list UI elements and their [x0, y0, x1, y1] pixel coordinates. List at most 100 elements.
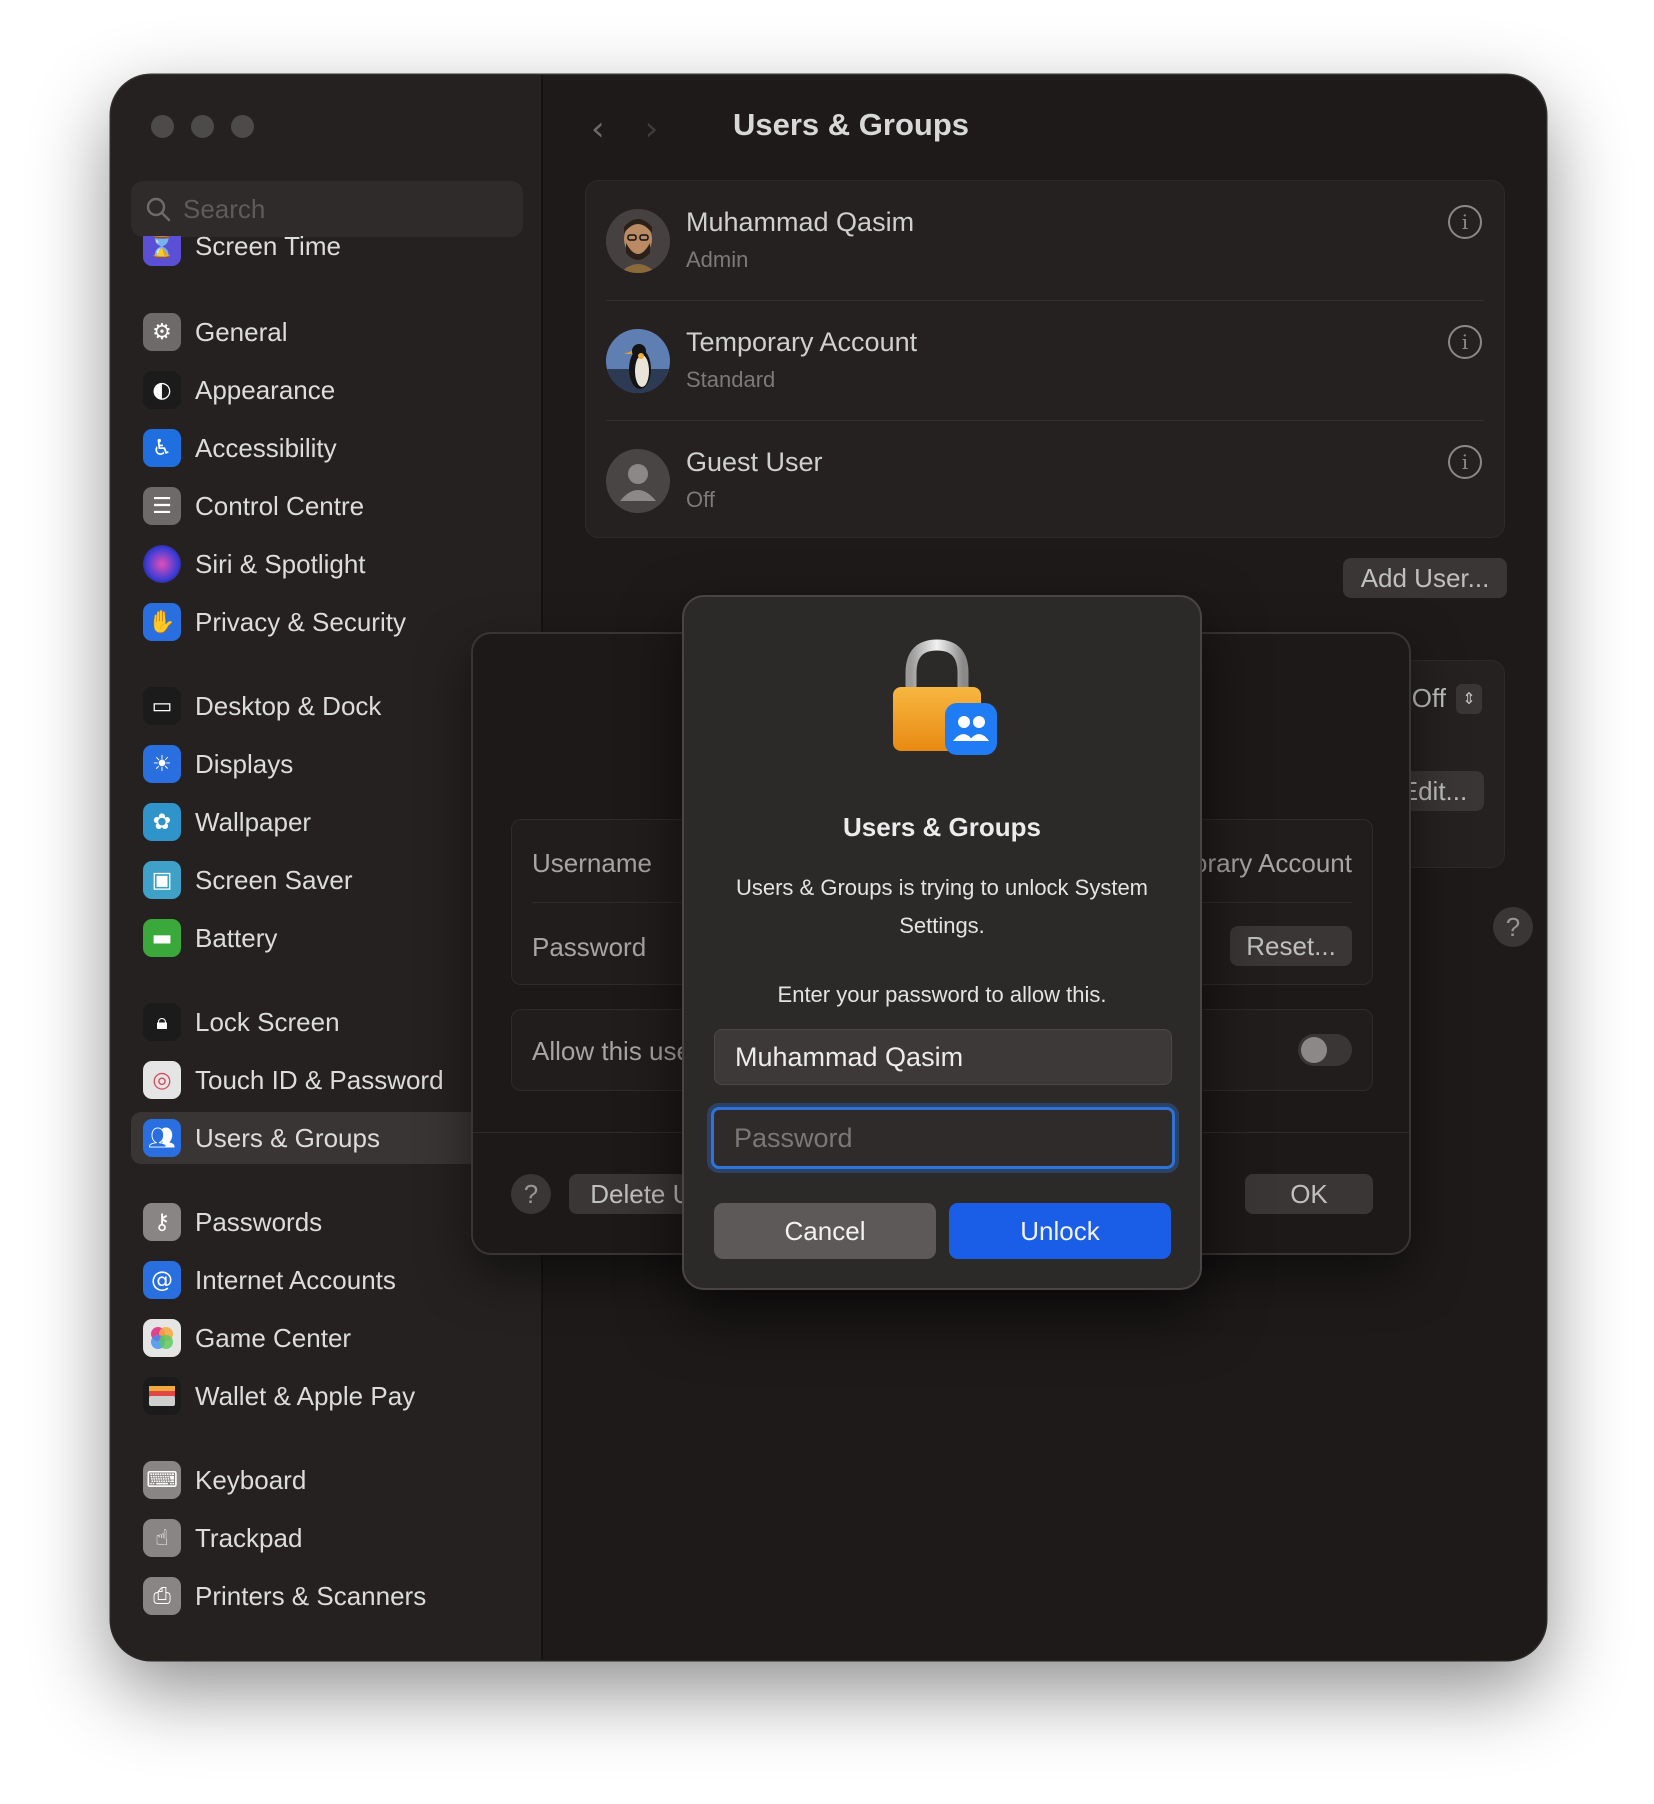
fingerprint-icon: ◎ — [143, 1061, 181, 1099]
user-name: Guest User — [686, 447, 823, 477]
auto-login-select[interactable]: Off ⇕ — [1412, 683, 1482, 714]
user-name: Muhammad Qasim — [686, 207, 915, 237]
siri-icon — [143, 545, 181, 583]
info-icon[interactable]: i — [1448, 445, 1482, 479]
sidebar-item-battery[interactable]: ▬ Battery — [131, 912, 523, 964]
sidebar-item-privacy-security[interactable]: ✋ Privacy & Security — [131, 596, 523, 648]
dialog-message: Users & Groups is trying to unlock Syste… — [735, 875, 1149, 938]
sidebar-item-siri-spotlight[interactable]: Siri & Spotlight — [131, 538, 523, 590]
cancel-button[interactable]: Cancel — [714, 1203, 936, 1259]
sidebar-item-game-center[interactable]: Game Center — [131, 1312, 523, 1364]
sidebar-item-appearance[interactable]: ◐ Appearance — [131, 364, 523, 416]
search-input[interactable] — [183, 193, 503, 225]
sidebar-item-label: Printers & Scanners — [195, 1580, 427, 1611]
screen-saver-icon: ▣ — [143, 861, 181, 899]
sidebar-item-label: Accessibility — [195, 432, 337, 463]
user-role: Admin — [686, 247, 749, 272]
sidebar-item-general[interactable]: ⚙ General — [131, 306, 523, 358]
sidebar-item-label: Control Centre — [195, 490, 365, 521]
user-row[interactable]: Muhammad Qasim Admin i — [586, 181, 1504, 301]
key-icon: ⚷ — [143, 1203, 181, 1241]
sidebar-item-label: Screen Time — [195, 236, 341, 261]
generic-person-avatar — [606, 449, 670, 513]
unlock-dialog: Users & Groups Users & Groups is trying … — [682, 595, 1202, 1290]
at-icon: @ — [143, 1261, 181, 1299]
sidebar-item-label: Keyboard — [195, 1464, 307, 1495]
desktop-icon: ▭ — [143, 687, 181, 725]
page-title: Users & Groups — [733, 107, 970, 142]
sidebar-item-label: Internet Accounts — [195, 1264, 396, 1295]
appearance-icon: ◐ — [143, 371, 181, 409]
sidebar-item-label: Battery — [195, 922, 278, 953]
info-icon[interactable]: i — [1448, 325, 1482, 359]
sidebar-item-displays[interactable]: ☀ Displays — [131, 738, 523, 790]
battery-icon: ▬ — [143, 919, 181, 957]
printer-icon: ⎙ — [143, 1577, 181, 1615]
search-icon — [146, 197, 171, 222]
sidebar-item-screen-saver[interactable]: ▣ Screen Saver — [131, 854, 523, 906]
username-field[interactable] — [714, 1029, 1172, 1085]
navigation-arrows: ‹ › — [591, 109, 658, 149]
sidebar-item-label: Privacy & Security — [195, 606, 406, 637]
admin-toggle[interactable] — [1298, 1034, 1352, 1066]
sidebar-item-wallet[interactable]: Wallet & Apple Pay — [131, 1370, 523, 1422]
auto-login-value: Off — [1411, 683, 1446, 713]
sidebar-item-screen-time[interactable]: ⌛ Screen Time — [131, 236, 523, 272]
password-field[interactable] — [711, 1107, 1175, 1169]
sidebar-item-lock-screen[interactable]: 🔒︎ Lock Screen — [131, 996, 523, 1048]
users-icon: 👥︎ — [143, 1119, 181, 1157]
info-icon[interactable]: i — [1448, 205, 1482, 239]
lock-icon: 🔒︎ — [143, 1003, 181, 1041]
keyboard-icon: ⌨ — [143, 1461, 181, 1499]
penguin-avatar — [606, 329, 670, 393]
sidebar-item-passwords[interactable]: ⚷ Passwords — [131, 1196, 523, 1248]
game-center-icon — [143, 1319, 181, 1357]
trackpad-icon: ☝ — [143, 1519, 181, 1557]
flower-icon: ✿ — [143, 803, 181, 841]
dialog-prompt: Enter your password to allow this. — [777, 982, 1107, 1007]
forward-chevron-icon[interactable]: › — [645, 109, 659, 149]
memoji-avatar — [606, 209, 670, 273]
sidebar-item-label: Trackpad — [195, 1522, 303, 1553]
hand-icon: ✋ — [143, 603, 181, 641]
control-centre-icon: ☰ — [143, 487, 181, 525]
sidebar-item-label: Users & Groups — [195, 1122, 380, 1153]
hourglass-icon: ⌛ — [143, 236, 181, 266]
gear-icon: ⚙ — [143, 313, 181, 351]
sidebar-item-label: Wallet & Apple Pay — [195, 1380, 416, 1411]
sidebar-item-users-groups[interactable]: 👥︎ Users & Groups — [131, 1112, 523, 1164]
accessibility-icon: ♿ — [143, 429, 181, 467]
sidebar-item-label: General — [195, 316, 288, 347]
ok-button[interactable]: OK — [1245, 1174, 1373, 1214]
sidebar-item-accessibility[interactable]: ♿ Accessibility — [131, 422, 523, 474]
help-icon[interactable]: ? — [511, 1174, 551, 1214]
sidebar-item-label: Lock Screen — [195, 1006, 340, 1037]
zoom-window-button[interactable] — [231, 115, 254, 138]
user-row[interactable]: Guest User Off i — [586, 421, 1504, 541]
sidebar-item-label: Siri & Spotlight — [195, 548, 366, 579]
stepper-chevron-icon: ⇕ — [1456, 683, 1482, 714]
sidebar-item-keyboard[interactable]: ⌨ Keyboard — [131, 1454, 523, 1506]
sidebar-search[interactable] — [131, 181, 523, 237]
sidebar-item-trackpad[interactable]: ☝ Trackpad — [131, 1512, 523, 1564]
help-icon[interactable]: ? — [1493, 907, 1533, 947]
back-chevron-icon[interactable]: ‹ — [591, 109, 605, 149]
user-name: Temporary Account — [686, 327, 918, 357]
sidebar-item-control-centre[interactable]: ☰ Control Centre — [131, 480, 523, 532]
minimize-window-button[interactable] — [191, 115, 214, 138]
sidebar-item-desktop-dock[interactable]: ▭ Desktop & Dock — [131, 680, 523, 732]
unlock-button[interactable]: Unlock — [949, 1203, 1171, 1259]
sidebar-item-touch-id[interactable]: ◎ Touch ID & Password — [131, 1054, 523, 1106]
sidebar-item-internet-accounts[interactable]: @ Internet Accounts — [131, 1254, 523, 1306]
window-controls — [151, 115, 254, 138]
sidebar-item-printers[interactable]: ⎙ Printers & Scanners — [131, 1570, 523, 1622]
user-row[interactable]: Temporary Account Standard i — [586, 301, 1504, 421]
reset-password-button[interactable]: Reset... — [1230, 926, 1352, 966]
sidebar-item-label: Game Center — [195, 1322, 352, 1353]
add-user-button[interactable]: Add User... — [1343, 558, 1507, 598]
close-window-button[interactable] — [151, 115, 174, 138]
user-role: Standard — [686, 367, 776, 392]
sidebar-item-wallpaper[interactable]: ✿ Wallpaper — [131, 796, 523, 848]
dialog-title: Users & Groups — [843, 812, 1041, 842]
sidebar-item-label: Displays — [195, 748, 294, 779]
